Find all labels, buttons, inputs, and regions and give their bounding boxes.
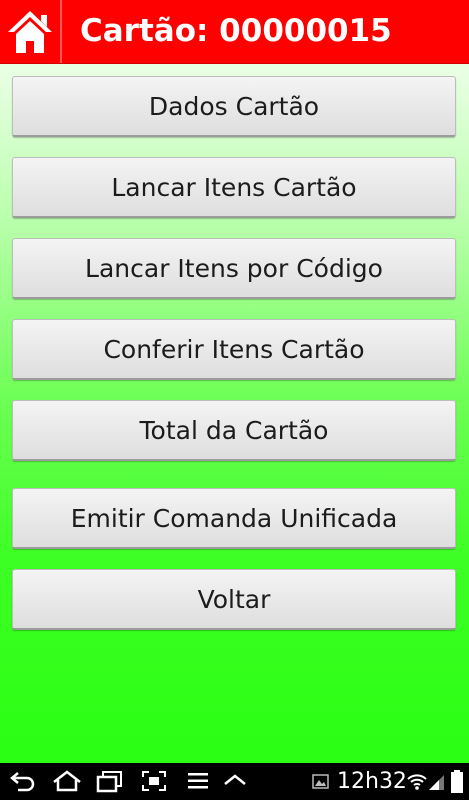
lancar-itens-por-codigo-button[interactable]: Lancar Itens por Código [12, 238, 456, 299]
nav-home-icon[interactable] [52, 769, 82, 793]
title-bar: Cartão: 00000015 [0, 0, 469, 64]
page-title: Cartão: 00000015 [80, 13, 392, 49]
signal-icon [429, 775, 444, 790]
lancar-itens-cartao-button[interactable]: Lancar Itens Cartão [12, 157, 456, 218]
screenshot-icon[interactable] [140, 769, 168, 793]
battery-icon [451, 770, 463, 793]
conferir-itens-cartao-button[interactable]: Conferir Itens Cartão [12, 319, 456, 380]
app-screen: Cartão: 00000015 Dados Cartão Lancar Ite… [0, 0, 469, 763]
wifi-icon [407, 774, 427, 790]
voltar-button[interactable]: Voltar [12, 569, 456, 630]
back-icon[interactable] [10, 769, 36, 793]
emitir-comanda-unificada-button[interactable]: Emitir Comanda Unificada [12, 488, 456, 549]
menu-icon[interactable] [186, 769, 210, 793]
dados-cartao-button[interactable]: Dados Cartão [12, 76, 456, 137]
home-icon [8, 10, 52, 53]
system-bar: 12h32 [0, 763, 469, 800]
title-divider [60, 0, 62, 63]
total-da-cartao-button[interactable]: Total da Cartão [12, 400, 456, 461]
image-notification-icon [312, 774, 329, 789]
chevron-up-icon[interactable] [222, 769, 248, 793]
recent-apps-icon[interactable] [96, 769, 124, 793]
home-button[interactable] [0, 0, 60, 63]
clock-text: 12h32 [337, 769, 407, 794]
